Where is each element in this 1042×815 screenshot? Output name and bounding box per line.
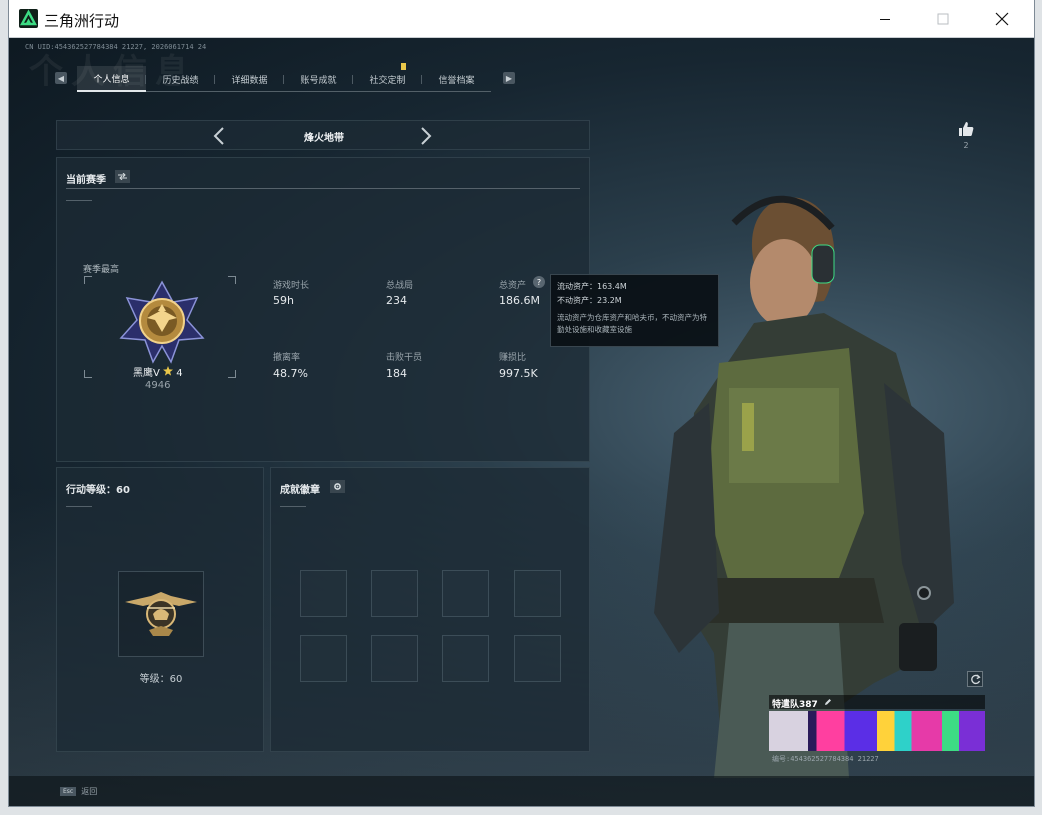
tab-label: 详细数据: [231, 75, 268, 86]
rank-score: 4946: [145, 380, 171, 391]
tab-label: 社交定制: [369, 75, 406, 86]
level-badge-frame: [118, 571, 204, 657]
level-label: 等级：60: [139, 674, 183, 685]
uid-text: CN UID:454362527784384 21227, 2026061714…: [25, 43, 207, 51]
rank-name: 黑鹰V: [133, 368, 160, 379]
switch-season-button[interactable]: [115, 170, 130, 183]
tab-profile[interactable]: 个人信息: [77, 66, 146, 92]
tab-achievements[interactable]: 账号成就: [284, 66, 353, 92]
refresh-icon: [970, 674, 981, 684]
frame-corner: [84, 276, 92, 284]
app-window: 三角洲行动 个人信息 CN UID:454362527784384 21227,…: [9, 0, 1034, 806]
achievement-badges-panel: 成就徽章: [270, 467, 590, 752]
back-button[interactable]: Esc 返回: [60, 786, 97, 797]
edit-pencil-icon[interactable]: [824, 698, 832, 706]
tab-label: 历史战绩: [162, 75, 199, 86]
badge-slot[interactable]: [442, 570, 489, 617]
refresh-button[interactable]: [967, 671, 983, 687]
stat-label: 总资产: [499, 281, 527, 291]
stat-value: 48.7%: [273, 367, 308, 380]
tab-social[interactable]: 社交定制: [353, 63, 422, 92]
gear-icon: [334, 483, 341, 490]
stat-label: 总战局: [386, 281, 414, 291]
back-label: 返回: [81, 787, 98, 796]
badge-slot[interactable]: [371, 570, 418, 617]
frame-corner: [84, 370, 92, 378]
season-panel: 当前赛季 赛季最高 黑鹰V 4 4946 游戏时长 59h 总战局 234 总资…: [56, 157, 590, 462]
divider: [66, 200, 92, 201]
minimize-button[interactable]: [862, 0, 908, 38]
tab-details[interactable]: 详细数据: [215, 66, 284, 92]
esc-key-icon: Esc: [60, 787, 77, 796]
stat-value: 184: [386, 367, 407, 380]
total-assets-help-icon[interactable]: ?: [533, 276, 545, 288]
tab-label: 个人信息: [93, 74, 130, 85]
window-title: 三角洲行动: [44, 12, 120, 30]
app-logo-icon: [19, 9, 38, 28]
squad-id: 编号:454362527784384 21227: [772, 755, 879, 763]
stat-value: 59h: [273, 294, 294, 307]
stat-label: 赚损比: [499, 353, 527, 363]
stat-value: 234: [386, 294, 407, 307]
tab-label: 信誉档案: [438, 75, 475, 86]
rank-stars: 4: [176, 368, 183, 379]
rank-emblem-icon: [117, 280, 207, 368]
tab-history[interactable]: 历史战绩: [146, 66, 215, 92]
bottom-bar: Esc 返回: [9, 776, 1034, 806]
squad-name: 特遣队387: [772, 700, 818, 710]
tab-label: 账号成就: [300, 75, 337, 86]
game-viewport: 个人信息 CN UID:454362527784384 21227, 20260…: [9, 38, 1034, 806]
stat-label: 游戏时长: [273, 281, 310, 291]
badge-slot[interactable]: [371, 635, 418, 682]
maximize-button[interactable]: [920, 0, 966, 38]
tab-next-key-icon[interactable]: ▶: [503, 72, 515, 84]
tab-prev-key-icon[interactable]: ◀: [55, 72, 67, 84]
level-panel: 行动等级：60 等级：60: [56, 467, 264, 752]
stat-label: 击败干员: [386, 353, 423, 363]
mode-label: 烽火地带: [304, 133, 344, 144]
like-count: 2: [963, 141, 969, 150]
operator-character-image: [634, 183, 964, 778]
season-best-label: 赛季最高: [83, 265, 120, 275]
divider: [66, 506, 92, 507]
frame-corner: [228, 276, 236, 284]
badges-title: 成就徽章: [280, 485, 320, 496]
next-mode-arrow-icon[interactable]: [420, 127, 432, 149]
helicopter-badge-icon: [125, 592, 197, 636]
close-button[interactable]: [979, 0, 1025, 38]
thumbs-up-icon: [959, 122, 974, 136]
title-bar: 三角洲行动: [9, 0, 1034, 38]
squad-name-card[interactable]: 特遣队387 编号:454362527784384 21227: [769, 695, 985, 770]
notification-dot: [401, 63, 406, 70]
divider: [66, 188, 580, 189]
badge-settings-button[interactable]: [330, 480, 345, 493]
mode-selector: 烽火地带: [56, 120, 590, 150]
stat-value: 997.5K: [499, 367, 538, 380]
divider: [280, 506, 306, 507]
stat-label: 撤离率: [273, 353, 301, 363]
frame-corner: [228, 370, 236, 378]
like-button[interactable]: [957, 120, 975, 138]
star-icon: [163, 366, 174, 376]
badge-slot[interactable]: [300, 635, 347, 682]
name-card-art: [769, 711, 985, 751]
badge-slot[interactable]: [300, 570, 347, 617]
badge-slot[interactable]: [514, 570, 561, 617]
badge-slot[interactable]: [442, 635, 489, 682]
rank-name-row: 黑鹰V 4: [133, 364, 183, 379]
badge-slot[interactable]: [514, 635, 561, 682]
tab-bar: 个人信息 历史战绩 详细数据 账号成就 社交定制 信誉档案: [77, 63, 491, 92]
season-title: 当前赛季: [66, 175, 106, 186]
tab-reputation[interactable]: 信誉档案: [422, 66, 491, 92]
stat-value: 186.6M: [499, 294, 540, 307]
swap-icon: [118, 173, 127, 180]
level-title: 行动等级：60: [66, 485, 130, 496]
